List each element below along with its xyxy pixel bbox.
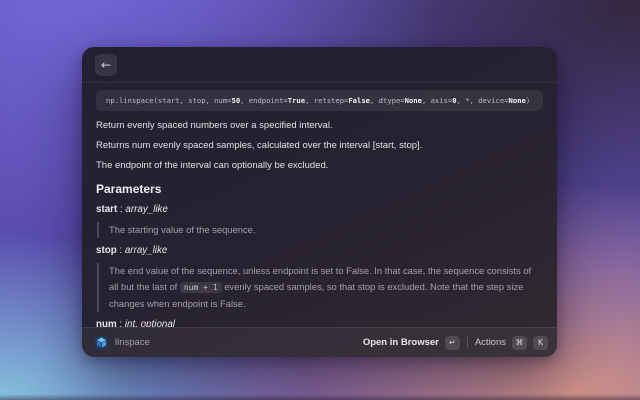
- parameter-name: start: [96, 204, 118, 215]
- parameters-list: start : array_like The starting value of …: [96, 203, 543, 327]
- inline-code-chip: num + 1: [179, 282, 222, 293]
- parameter-separator: :: [116, 319, 125, 327]
- return-key-badge: ↵: [444, 335, 460, 350]
- footer-left: linspace: [95, 336, 150, 349]
- parameters-heading: Parameters: [96, 182, 162, 196]
- doc-content: np.linspace(start, stop, num=50, endpoin…: [82, 83, 557, 327]
- footer-right: Open in Browser ↵ Actions ⌘ K: [363, 334, 548, 352]
- footer-divider: [466, 337, 468, 348]
- parameter-name: stop: [96, 245, 117, 256]
- open-in-browser-button[interactable]: Open in Browser ↵: [363, 334, 460, 352]
- parameter-name: num: [96, 319, 117, 327]
- doc-paragraph: Returns num evenly spaced samples, calcu…: [96, 140, 423, 151]
- doc-paragraph: The endpoint of the interval can optiona…: [96, 160, 329, 171]
- signature-run: , endpoint=: [240, 96, 288, 105]
- signature-run: True: [287, 96, 306, 105]
- signature-run: , retstep=: [305, 96, 349, 105]
- back-arrow-icon: ←: [100, 58, 112, 72]
- action-bar: linspace Open in Browser ↵ Actions ⌘ K: [82, 327, 557, 357]
- signature-run: None: [508, 96, 526, 105]
- back-button[interactable]: ←: [95, 54, 117, 76]
- signature-run: ): [525, 96, 531, 105]
- function-signature: np.linspace(start, stop, num=50, endpoin…: [96, 90, 543, 111]
- footer-title: linspace: [115, 337, 150, 348]
- parameter-description: The starting value of the sequence.: [97, 222, 543, 238]
- desktop-background: ← np.linspace(start, stop, num=50, endpo…: [0, 0, 640, 400]
- parameter-name-line: start : array_like: [96, 203, 543, 216]
- parameter-separator: :: [116, 245, 125, 256]
- signature-run: , axis=: [421, 96, 453, 105]
- signature-run: , dtype=: [370, 96, 405, 105]
- parameter-description: The end value of the sequence, unless en…: [97, 263, 543, 312]
- signature-run: np.linspace(start, stop, num=: [106, 96, 232, 105]
- actions-label: Actions: [474, 337, 506, 348]
- signature-run: False: [348, 96, 370, 105]
- command-key-badge: ⌘: [512, 335, 527, 350]
- signature-run: , *, device=: [456, 96, 509, 105]
- parameter-type: array_like: [125, 204, 168, 215]
- numpy-icon: [95, 336, 108, 349]
- doc-paragraph: Return evenly spaced numbers over a spec…: [96, 120, 333, 131]
- parameter-name-line: stop : array_like: [96, 244, 543, 257]
- parameter-type: array_like: [124, 245, 168, 256]
- doc-summary: Return evenly spaced numbers over a spec…: [96, 119, 543, 172]
- actions-button[interactable]: Actions ⌘ K: [475, 334, 548, 352]
- documentation-window: ← np.linspace(start, stop, num=50, endpo…: [82, 47, 557, 357]
- description-text: The starting value of the sequence.: [109, 224, 256, 235]
- parameter-name-line: num : int, optional: [96, 318, 543, 327]
- open-in-browser-label: Open in Browser: [362, 337, 439, 348]
- window-header: ←: [82, 47, 557, 83]
- signature-run: None: [404, 96, 422, 105]
- signature-run: 50: [231, 96, 241, 105]
- parameter-type: int, optional: [124, 319, 175, 327]
- k-key-badge: K: [533, 335, 548, 350]
